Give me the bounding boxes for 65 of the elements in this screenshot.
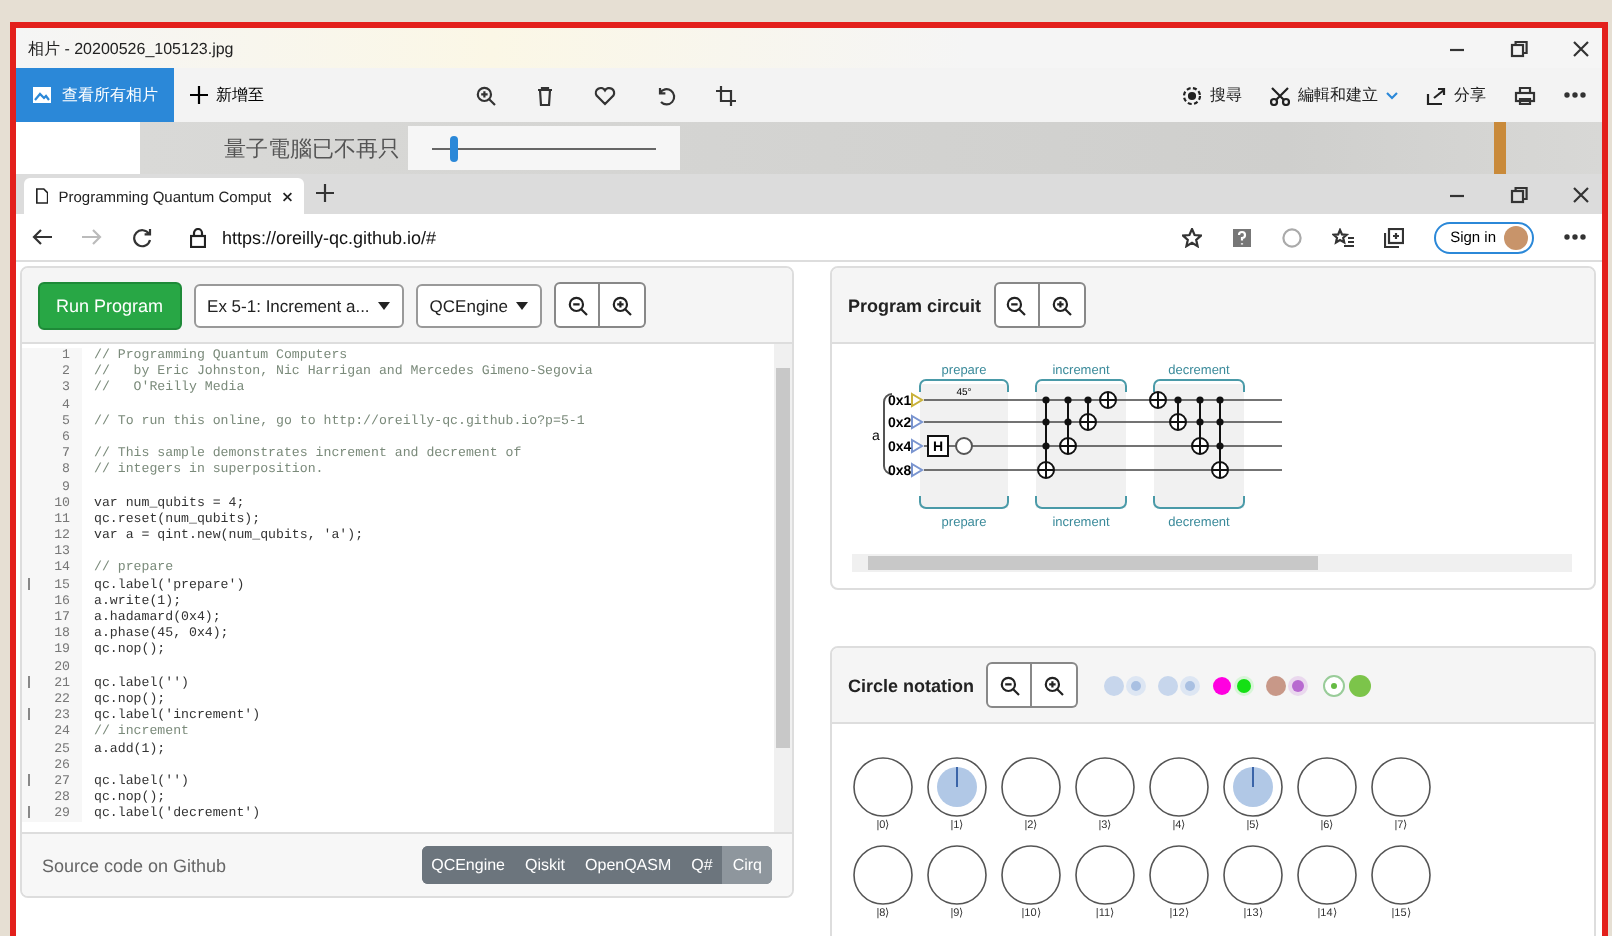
more-icon[interactable] (1564, 234, 1586, 240)
new-tab-icon[interactable] (316, 184, 334, 202)
share-icon (1426, 85, 1446, 105)
zoom-in-icon[interactable] (476, 85, 496, 105)
zoom-out-icon[interactable] (999, 675, 1020, 695)
zoom-in-icon[interactable] (1044, 675, 1065, 695)
avatar-icon (1504, 225, 1528, 249)
favorites-icon[interactable] (1332, 227, 1355, 247)
zoom-in-button[interactable] (1032, 662, 1079, 708)
chevron-down-icon (1386, 91, 1398, 99)
plus-icon (190, 86, 208, 104)
more-icon[interactable] (1564, 92, 1586, 98)
rotate-icon[interactable] (656, 85, 676, 105)
add-to-button[interactable]: 新增至 (174, 84, 280, 106)
address-bar[interactable]: https://oreilly-qc.github.io/# (182, 220, 1153, 254)
help-icon[interactable] (1232, 227, 1253, 247)
close-icon[interactable] (1572, 185, 1590, 203)
code-editor[interactable] (22, 344, 792, 834)
zoom-out-icon[interactable] (567, 295, 588, 315)
target-icon (1182, 85, 1202, 105)
trash-icon[interactable] (536, 85, 554, 105)
restore-icon[interactable] (1510, 39, 1528, 57)
star-icon[interactable] (1182, 227, 1203, 247)
heart-icon[interactable] (594, 85, 616, 105)
example-dropdown[interactable]: Ex 5-1: Increment a... (193, 283, 404, 327)
crop-icon[interactable] (716, 85, 736, 105)
page-icon (36, 186, 49, 206)
scissors-icon (1270, 85, 1290, 105)
refresh-icon[interactable] (132, 227, 152, 247)
zoom-out-icon[interactable] (1006, 295, 1027, 315)
share-button[interactable]: 分享 (1426, 84, 1486, 106)
photo-placeholder (1494, 122, 1506, 174)
search-button[interactable]: 搜尋 (1182, 84, 1242, 106)
zoom-slider[interactable] (408, 126, 680, 170)
back-icon[interactable] (32, 228, 52, 246)
close-icon[interactable] (1572, 39, 1590, 57)
engine-dropdown[interactable]: QCEngine (415, 283, 543, 327)
panel-title: Program circuit (848, 295, 982, 315)
source-link[interactable]: Source code on Github (42, 855, 227, 875)
collections-icon[interactable] (1384, 227, 1405, 247)
lock-icon (190, 227, 206, 247)
zoom-in-icon[interactable] (1051, 295, 1072, 315)
zoom-out-button[interactable] (993, 282, 1040, 328)
zoom-out-button[interactable] (554, 282, 601, 328)
fold-marker[interactable] (28, 675, 30, 688)
slider-thumb[interactable] (449, 135, 458, 161)
panel-title: Circle notation (848, 675, 975, 695)
view-all-photos-button[interactable]: 查看所有相片 (16, 68, 174, 122)
photo-caption: 量子電腦已不再只 (224, 133, 400, 163)
picture-icon (32, 86, 52, 104)
restore-icon[interactable] (1510, 185, 1528, 203)
window-title: 相片 - 20200526_105123.jpg (28, 37, 236, 59)
fold-marker[interactable] (28, 708, 30, 721)
tab-close-icon[interactable] (281, 189, 292, 203)
zoom-out-button[interactable] (986, 662, 1033, 708)
print-icon[interactable] (1514, 85, 1536, 105)
zoom-in-icon[interactable] (612, 295, 633, 315)
fold-marker[interactable] (28, 806, 30, 819)
horizontal-scrollbar[interactable] (852, 554, 1572, 572)
fold-marker[interactable] (28, 773, 30, 786)
scrollbar-thumb[interactable] (776, 368, 790, 748)
zoom-in-button[interactable] (600, 282, 647, 328)
zoom-in-button[interactable] (1039, 282, 1086, 328)
fold-marker[interactable] (28, 577, 30, 590)
edit-create-button[interactable]: 編輯和建立 (1270, 84, 1398, 106)
